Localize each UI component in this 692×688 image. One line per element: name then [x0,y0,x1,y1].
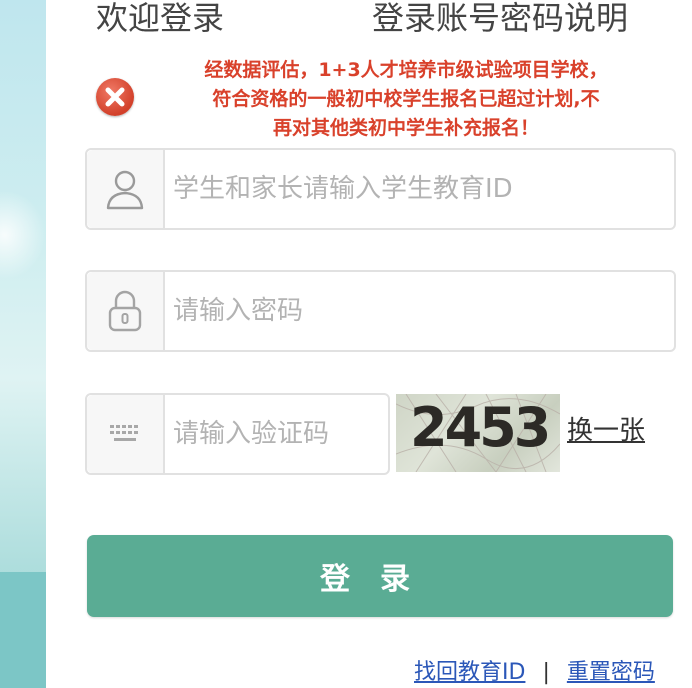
background-ground [0,572,46,688]
user-id-input[interactable] [167,150,674,228]
tab-login[interactable]: 欢迎登录 [96,0,224,36]
notice-line: 经数据评估，1+3人才培养市级试验项目学校， [204,59,608,81]
captcha-input[interactable] [167,395,393,473]
login-panel: 欢迎登录 登录账号密码说明 经数据评估，1+3人才培养市级试验项目学校， 符合资… [46,0,692,688]
captcha-field [85,393,393,475]
captcha-code: 2453 [410,396,551,459]
captcha-image[interactable]: 2453 [396,394,560,472]
user-id-field [85,148,676,230]
footer-links: 找回教育ID | 重置密码 [414,654,655,686]
keyboard-icon [87,395,165,473]
password-field [85,270,676,352]
lock-icon [87,272,165,350]
user-icon [87,150,165,228]
reset-password-link[interactable]: 重置密码 [567,660,655,685]
notice-line: 符合资格的一般初中校学生报名已超过计划,不 [212,88,600,110]
notice-message: 经数据评估，1+3人才培养市级试验项目学校， 符合资格的一般初中校学生报名已超过… [142,56,670,143]
background-scenery [0,0,46,688]
notice-line: 再对其他类初中学生补充报名！ [272,117,539,139]
notice-banner: 经数据评估，1+3人才培养市级试验项目学校， 符合资格的一般初中校学生报名已超过… [46,56,692,146]
tab-login-help[interactable]: 登录账号密码说明 [372,0,628,36]
refresh-captcha-link[interactable]: 换一张 [567,410,645,447]
login-button[interactable]: 登录 [87,535,673,617]
password-input[interactable] [167,272,674,350]
error-icon [96,78,134,116]
find-id-link[interactable]: 找回教育ID [414,660,525,685]
background-cloud [0,190,46,280]
link-separator: | [542,660,550,685]
